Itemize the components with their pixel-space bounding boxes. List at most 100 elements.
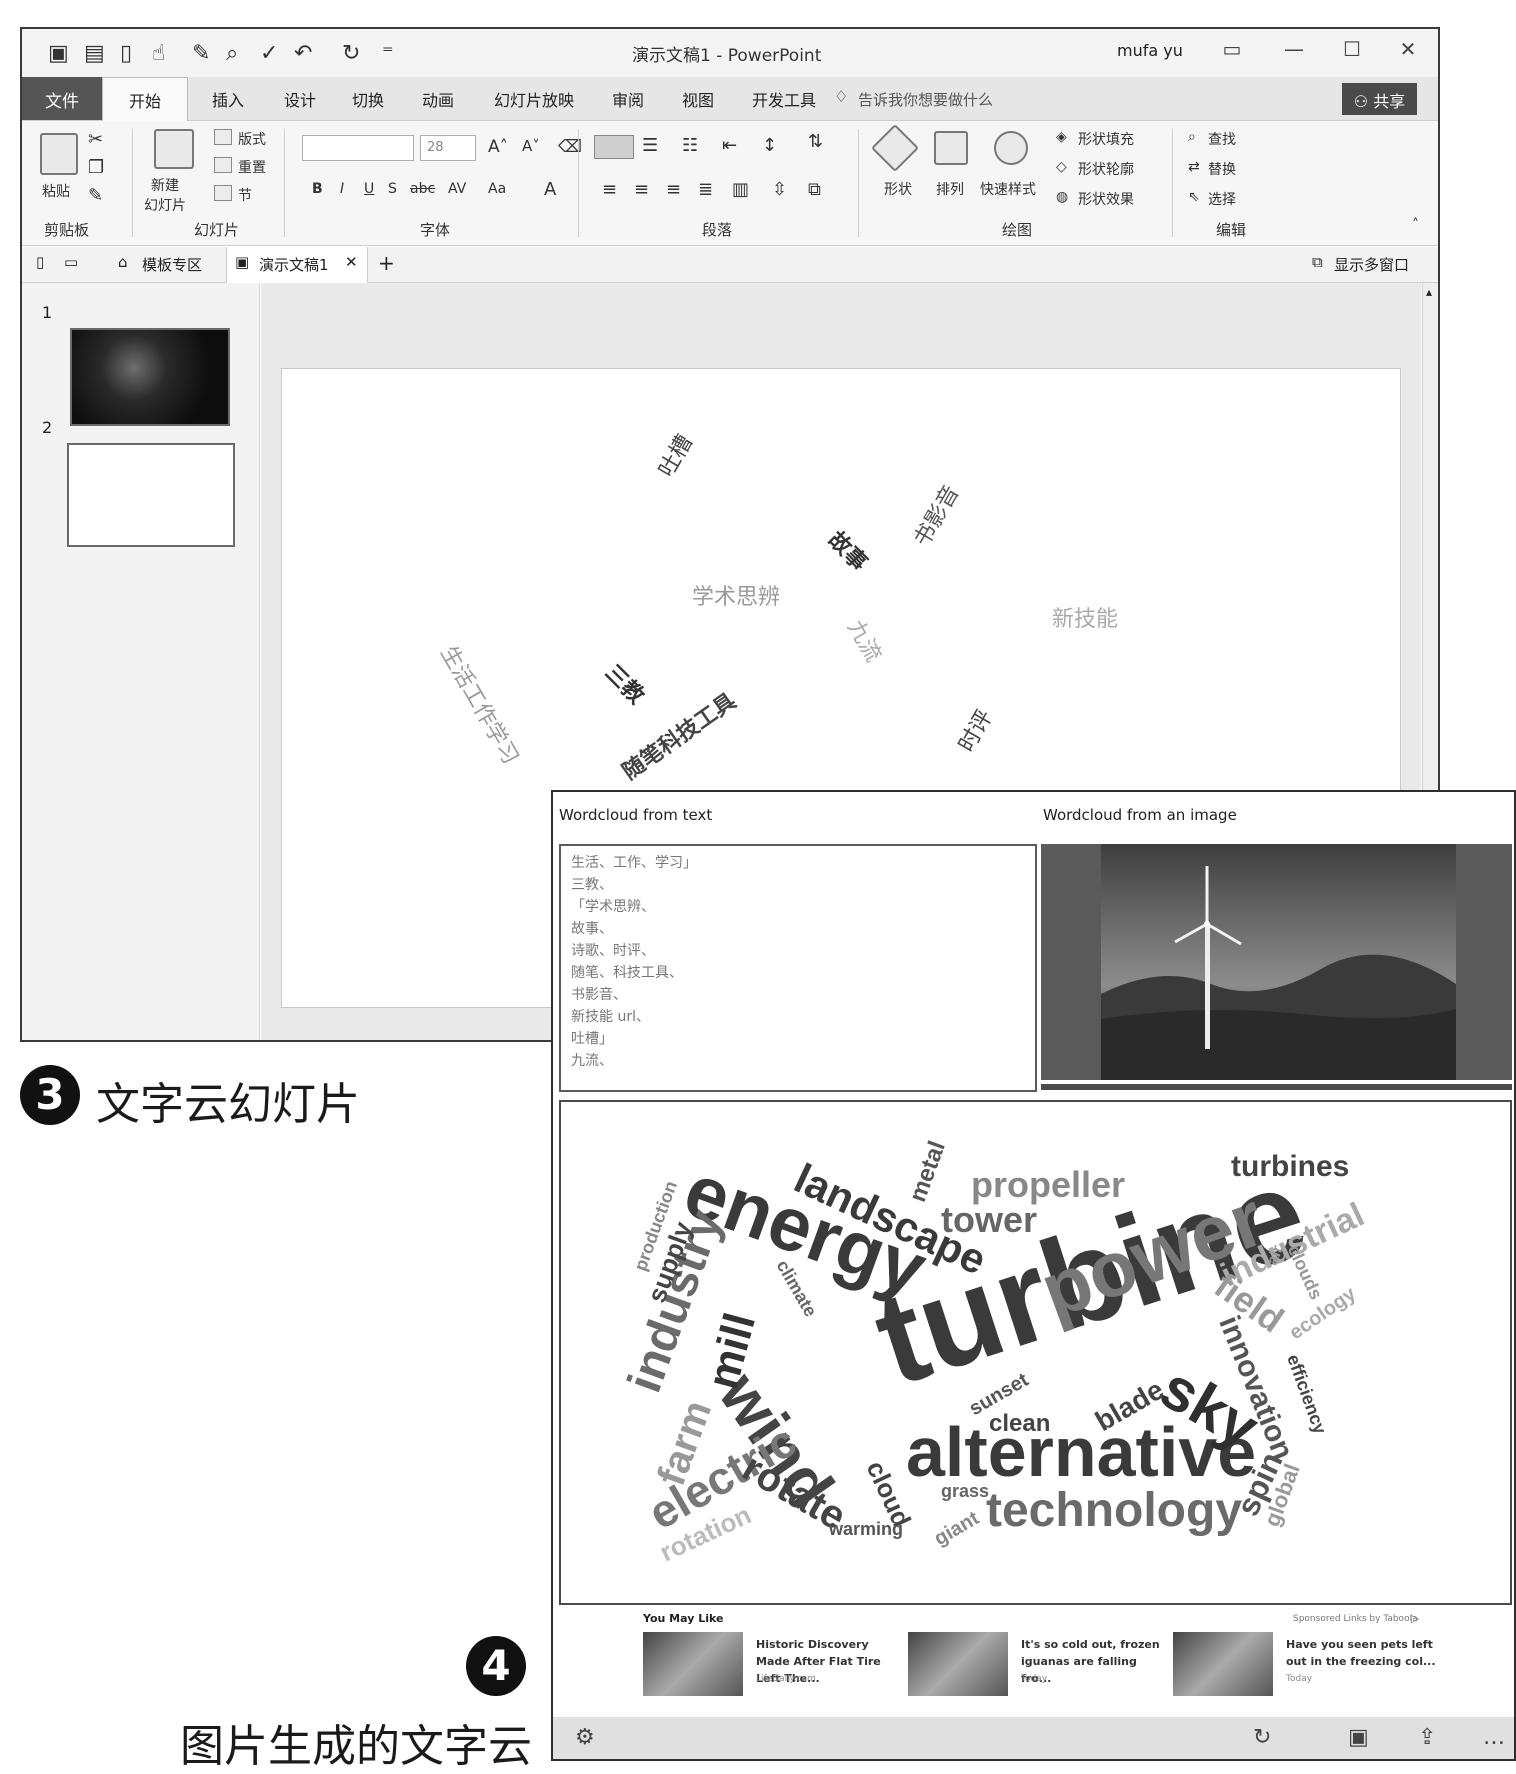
wordcloud-text-input[interactable]: 生活、工作、学习」 三教、 「学术思辨、 故事、 诗歌、时评、 随笔、科技工具、… bbox=[559, 844, 1037, 1092]
arrange-button[interactable]: 排列 bbox=[936, 179, 964, 199]
slide-word[interactable]: 书影音 bbox=[905, 478, 966, 551]
more-icon[interactable]: … bbox=[1483, 1725, 1505, 1750]
tab-home[interactable]: 开始 bbox=[102, 77, 188, 121]
columns-icon[interactable]: ▥ bbox=[732, 179, 749, 200]
tab-doc[interactable]: ▣ 演示文稿1 ✕ bbox=[226, 247, 368, 283]
shape-outline-button[interactable]: 形状轮廓 bbox=[1078, 159, 1134, 179]
image-scrollbar[interactable] bbox=[1041, 1084, 1512, 1090]
font-color-icon[interactable]: A bbox=[544, 179, 556, 200]
bullets-icon[interactable]: ☰ bbox=[642, 135, 658, 156]
customize-qat-icon[interactable]: ⁼ bbox=[382, 41, 394, 66]
tab-template[interactable]: 模板专区 bbox=[142, 254, 202, 275]
tab-insert[interactable]: 插入 bbox=[212, 87, 244, 111]
align-text-icon[interactable]: ⇳ bbox=[772, 179, 787, 200]
tab-developer[interactable]: 开发工具 bbox=[752, 87, 816, 111]
shapes-button[interactable]: 形状 bbox=[884, 179, 912, 199]
shadow-icon[interactable]: S bbox=[388, 181, 397, 197]
refresh-icon[interactable]: ↻ bbox=[1253, 1725, 1271, 1750]
tab-design[interactable]: 设计 bbox=[284, 87, 316, 111]
ads-sponsor[interactable]: Sponsored Links by Taboola bbox=[1293, 1614, 1418, 1624]
new-slide-icon[interactable] bbox=[154, 129, 194, 169]
slide-word[interactable]: 九流 bbox=[841, 613, 891, 667]
format-painter-icon[interactable]: ✎ bbox=[192, 41, 210, 66]
new-doc-icon[interactable]: ▯ bbox=[36, 253, 44, 271]
line-spacing-icon[interactable]: ↕ bbox=[762, 135, 777, 156]
tab-animations[interactable]: 动画 bbox=[422, 87, 454, 111]
slide-word[interactable]: 生活工作学习 bbox=[434, 639, 528, 769]
tab-view[interactable]: 视图 bbox=[682, 87, 714, 111]
grow-font-icon[interactable]: A˄ bbox=[488, 137, 508, 157]
close-tab-icon[interactable]: ✕ bbox=[345, 253, 358, 271]
ad-thumbnail[interactable] bbox=[1173, 1632, 1273, 1696]
share-button[interactable]: ⚇ 共享 bbox=[1342, 83, 1417, 115]
multi-window-button[interactable]: 显示多窗口 bbox=[1334, 254, 1409, 275]
text-direction-icon[interactable] bbox=[594, 135, 634, 159]
select-button[interactable]: 选择 bbox=[1208, 189, 1236, 209]
redo-icon[interactable]: ↻ bbox=[342, 41, 360, 66]
tab-review[interactable]: 审阅 bbox=[612, 87, 644, 111]
find-button[interactable]: 查找 bbox=[1208, 129, 1236, 149]
italic-icon[interactable]: I bbox=[340, 181, 344, 197]
spacing-icon[interactable]: AV bbox=[448, 181, 466, 197]
tell-me-search[interactable]: 告诉我你想要做什么 bbox=[858, 89, 993, 110]
tab-transitions[interactable]: 切换 bbox=[352, 87, 384, 111]
tab-file[interactable]: 文件 bbox=[22, 77, 102, 120]
ribbon-display-icon[interactable]: ▭ bbox=[1212, 37, 1252, 67]
ad-thumbnail[interactable] bbox=[908, 1632, 1008, 1696]
save-icon[interactable]: ▣ bbox=[48, 41, 69, 66]
ad-title[interactable]: Have you seen pets left out in the freez… bbox=[1286, 1636, 1436, 1670]
arrange-icon[interactable] bbox=[934, 131, 968, 165]
shape-fill-button[interactable]: 形状填充 bbox=[1078, 129, 1134, 149]
touch-mode-icon[interactable]: ☝ bbox=[152, 41, 165, 66]
format-painter-icon[interactable]: ✎ bbox=[88, 185, 103, 206]
slide-word[interactable]: 三教 bbox=[599, 656, 653, 710]
copy-icon[interactable]: ❐ bbox=[88, 157, 104, 178]
settings-icon[interactable]: ⚙ bbox=[575, 1725, 595, 1750]
change-case-icon[interactable]: Aa bbox=[488, 181, 506, 197]
tab-slideshow[interactable]: 幻灯片放映 bbox=[494, 87, 574, 111]
share-icon[interactable]: ⇪ bbox=[1418, 1725, 1436, 1750]
smartart-icon[interactable]: ⧉ bbox=[808, 179, 821, 200]
slide-word[interactable]: 新技能 bbox=[1052, 601, 1118, 633]
print-icon[interactable]: ▤ bbox=[84, 41, 105, 66]
justify-icon[interactable]: ≣ bbox=[698, 179, 713, 200]
source-image-panel[interactable] bbox=[1041, 844, 1512, 1080]
font-size-combo[interactable]: 28 bbox=[420, 135, 476, 161]
ad-thumbnail[interactable] bbox=[643, 1632, 743, 1696]
quick-styles-button[interactable]: 快速样式 bbox=[980, 179, 1036, 199]
new-file-icon[interactable]: ▯ bbox=[120, 41, 132, 66]
numbering-icon[interactable]: ☷ bbox=[682, 135, 698, 156]
clipboard-icon[interactable] bbox=[40, 133, 78, 175]
quick-styles-icon[interactable] bbox=[994, 131, 1028, 165]
align-right-icon[interactable]: ≡ bbox=[666, 179, 681, 200]
undo-icon[interactable]: ↶ bbox=[294, 41, 312, 66]
bold-icon[interactable]: B bbox=[312, 181, 323, 197]
underline-icon[interactable]: U bbox=[364, 181, 374, 197]
shapes-icon[interactable] bbox=[870, 123, 920, 173]
align-left-icon[interactable]: ≡ bbox=[602, 179, 617, 200]
slide-word[interactable]: 故事 bbox=[822, 523, 876, 577]
slide-word[interactable]: 学术思辨 bbox=[692, 579, 780, 611]
replace-button[interactable]: 替换 bbox=[1208, 159, 1236, 179]
ad-choices-icon[interactable]: ▷ bbox=[1411, 1612, 1419, 1625]
paste-button[interactable]: 粘贴 bbox=[42, 181, 70, 201]
save-icon[interactable]: ▣ bbox=[1348, 1725, 1369, 1750]
scroll-up-icon[interactable]: ▴ bbox=[1426, 285, 1432, 299]
spell-icon[interactable]: ✓ bbox=[260, 41, 278, 66]
section-button[interactable]: 节 bbox=[238, 185, 252, 205]
align-center-icon[interactable]: ≡ bbox=[634, 179, 649, 200]
close-button[interactable]: ✕ bbox=[1388, 37, 1428, 67]
minimize-button[interactable]: — bbox=[1274, 37, 1314, 67]
font-name-combo[interactable] bbox=[302, 135, 414, 161]
collapse-ribbon-icon[interactable]: ˄ bbox=[1412, 217, 1419, 233]
open-doc-icon[interactable]: ▭ bbox=[64, 253, 78, 271]
strikethrough-icon[interactable]: abc bbox=[410, 181, 435, 197]
slide-thumbnail-2[interactable] bbox=[67, 443, 235, 547]
slide-thumbnail-1[interactable] bbox=[70, 328, 230, 426]
slide-word[interactable]: 时评 bbox=[949, 703, 999, 757]
slide-word[interactable]: 吐槽 bbox=[649, 428, 699, 482]
layout-button[interactable]: 版式 bbox=[238, 129, 266, 149]
cut-icon[interactable]: ✂ bbox=[88, 129, 103, 150]
maximize-button[interactable]: ☐ bbox=[1332, 37, 1372, 67]
shape-effects-button[interactable]: 形状效果 bbox=[1078, 189, 1134, 209]
